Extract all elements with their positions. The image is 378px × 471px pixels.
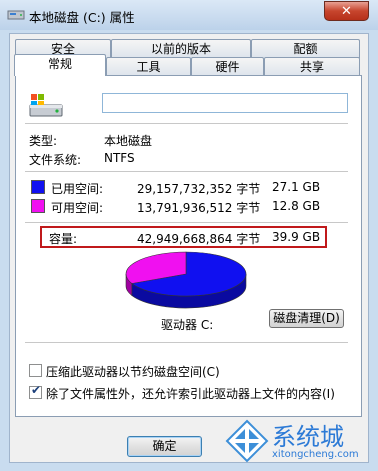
free-space-size: 12.8 GB [272,199,321,213]
tab-quota[interactable]: 配额 [251,39,360,58]
used-space-label: 已用空间: [51,182,104,196]
free-space-swatch [31,199,45,213]
type-value: 本地磁盘 [104,134,153,148]
drive-icon [7,10,25,20]
tab-label: 硬件 [215,60,240,74]
type-label: 类型: [29,134,58,148]
watermark-logo-icon [225,419,269,463]
compress-checkbox[interactable] [29,364,42,377]
tab-label: 配额 [293,42,318,56]
tab-tools[interactable]: 工具 [106,57,191,76]
drive-name-input[interactable] [102,93,348,113]
ok-button[interactable]: 确定 [127,436,202,457]
capacity-label: 容量: [49,232,78,246]
tab-label: 共享 [299,60,324,74]
divider [25,123,348,124]
disk-usage-pie [125,251,247,309]
capacity-bytes: 42,949,668,864 字节 [137,232,261,246]
properties-window: 本地磁盘 (C:) 属性 ✕ 安全 以前的版本 配额 常规 工具 硬件 共享 类… [0,0,378,471]
divider [25,171,348,172]
tab-label: 以前的版本 [150,42,211,56]
index-label: 除了文件属性外，还允许索引此驱动器上文件的内容(I) [46,387,335,401]
tab-previous-versions[interactable]: 以前的版本 [111,39,251,58]
tab-sharing[interactable]: 共享 [264,57,360,76]
title-bar[interactable]: 本地磁盘 (C:) 属性 ✕ [0,0,378,30]
tab-label: 工具 [136,60,161,74]
disk-cleanup-button[interactable]: 磁盘清理(D) [269,309,344,328]
free-space-label: 可用空间: [51,201,104,215]
index-checkbox[interactable]: ✔ [29,383,42,399]
free-space-bytes: 13,791,936,512 字节 [137,201,261,215]
drive-label: 驱动器 C: [161,318,214,332]
divider [25,222,348,223]
button-label: 确定 [152,439,177,453]
used-space-swatch [31,180,45,194]
used-space-bytes: 29,157,732,352 字节 [137,182,261,196]
compress-label: 压缩此驱动器以节约磁盘空间(C) [46,365,220,379]
watermark-url: xitongcheng.com [272,449,359,460]
watermark-text: 系统城 [272,423,344,451]
checkmark-icon: ✔ [31,383,42,397]
close-button[interactable]: ✕ [324,1,369,21]
capacity-size: 39.9 GB [272,230,321,244]
close-icon: ✕ [341,4,352,19]
filesystem-value: NTFS [104,151,135,165]
button-label: 磁盘清理(D) [273,311,340,325]
tab-hardware[interactable]: 硬件 [191,57,264,76]
watermark: 系统城 xitongcheng.com [218,412,378,471]
tab-label: 常规 [47,57,72,71]
hard-drive-icon [29,94,63,117]
window-title: 本地磁盘 (C:) 属性 [29,10,135,25]
filesystem-label: 文件系统: [29,153,82,167]
used-space-size: 27.1 GB [272,180,321,194]
divider [25,342,348,343]
tab-general[interactable]: 常规 [14,54,106,76]
